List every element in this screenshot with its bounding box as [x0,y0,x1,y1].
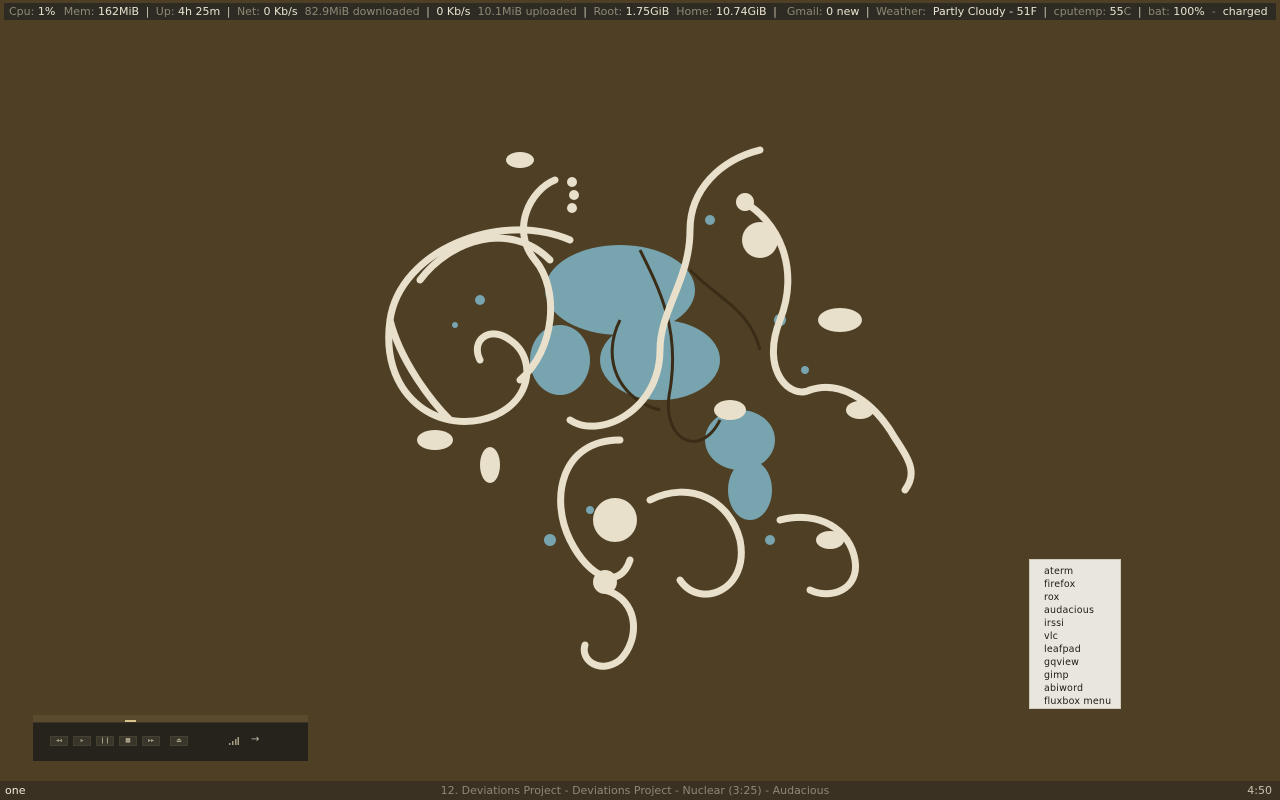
battery-label: bat: [1148,5,1170,18]
dash: - [1211,5,1216,18]
menu-item-abiword[interactable]: abiword [1030,682,1120,695]
uptime-value: 4h 25m [178,5,221,18]
taskbar: 12. Deviations Project - Deviations Proj… [0,781,1280,800]
previous-button[interactable]: ◂◂ [50,736,68,746]
separator: | [865,5,870,18]
active-window-title[interactable]: 12. Deviations Project - Deviations Proj… [0,781,1270,800]
gmail-value: 0 new [826,5,860,18]
clock: 4:50 [1247,784,1272,797]
next-button[interactable]: ▸▸ [142,736,160,746]
pause-icon: ❙❙ [99,737,111,744]
downloaded-total: 82.9MiB downloaded [304,5,420,18]
stop-icon: ■ [125,737,131,744]
cpu-label: Cpu: [9,5,35,18]
net-up-rate: 0 Kb/s [436,5,471,18]
gmail-label: Gmail: [786,5,823,18]
eject-button[interactable]: ⏏ [170,736,188,746]
uploaded-total: 10.1MiB uploaded [477,5,577,18]
system-status-bar: Cpu: 1% Mem: 162MiB | Up: 4h 25m | Net: … [4,3,1276,20]
net-down-rate: 0 Kb/s [263,5,298,18]
uptime-label: Up: [155,5,175,18]
volume-icon[interactable] [229,737,239,745]
root-menu: aterm firefox rox audacious irssi vlc leafpad g… [1029,559,1121,709]
separator: | [1043,5,1048,18]
next-icon: ▸▸ [147,737,155,744]
mem-value: 162MiB [97,5,140,18]
separator: | [145,5,150,18]
eject-icon: ⏏ [176,737,182,744]
weather-label: Weather: [876,5,926,18]
root-label: Root: [593,5,623,18]
separator: | [773,5,777,18]
previous-icon: ◂◂ [55,737,63,744]
separator: | [583,5,588,18]
root-value: 1.75GiB [625,5,670,18]
menu-item-vlc[interactable]: vlc [1030,630,1120,643]
home-value: 10.74GiB [715,5,767,18]
floral-wallpaper [385,146,915,670]
separator: | [226,5,231,18]
menu-item-rox[interactable]: rox [1030,591,1120,604]
audacious-player[interactable]: ◂◂ ▸ ❙❙ ■ ▸▸ ⏏ → [33,715,308,761]
menu-item-irssi[interactable]: irssi [1030,617,1120,630]
play-icon: ▸ [80,737,84,744]
workspace-name[interactable]: one [5,781,25,800]
weather-value: Partly Cloudy - 51F [932,5,1037,18]
cputemp-value: 55 [1109,5,1124,18]
menu-item-gimp[interactable]: gimp [1030,669,1120,682]
stop-button[interactable]: ■ [119,736,137,746]
menu-item-aterm[interactable]: aterm [1030,565,1120,578]
separator: | [426,5,430,18]
shade-arrow-icon[interactable]: → [251,734,259,745]
separator: | [1137,5,1142,18]
menu-item-audacious[interactable]: audacious [1030,604,1120,617]
menu-item-fluxbox-menu[interactable]: fluxbox menu [1030,695,1120,708]
menu-item-firefox[interactable]: firefox [1030,578,1120,591]
home-label: Home: [676,5,713,18]
menu-item-leafpad[interactable]: leafpad [1030,643,1120,656]
cputemp-unit: C [1123,5,1132,18]
cputemp-label: cputemp: [1053,5,1107,18]
net-label: Net: [236,5,260,18]
pause-button[interactable]: ❙❙ [96,736,114,746]
cpu-value: 1% [37,5,56,18]
seek-bar[interactable] [33,715,308,722]
blue-splash [452,215,809,546]
battery-status: charged [1222,5,1268,18]
battery-value: 100% [1173,5,1205,18]
menu-item-gqview[interactable]: gqview [1030,656,1120,669]
mem-label: Mem: [63,5,95,18]
play-button[interactable]: ▸ [73,736,91,746]
